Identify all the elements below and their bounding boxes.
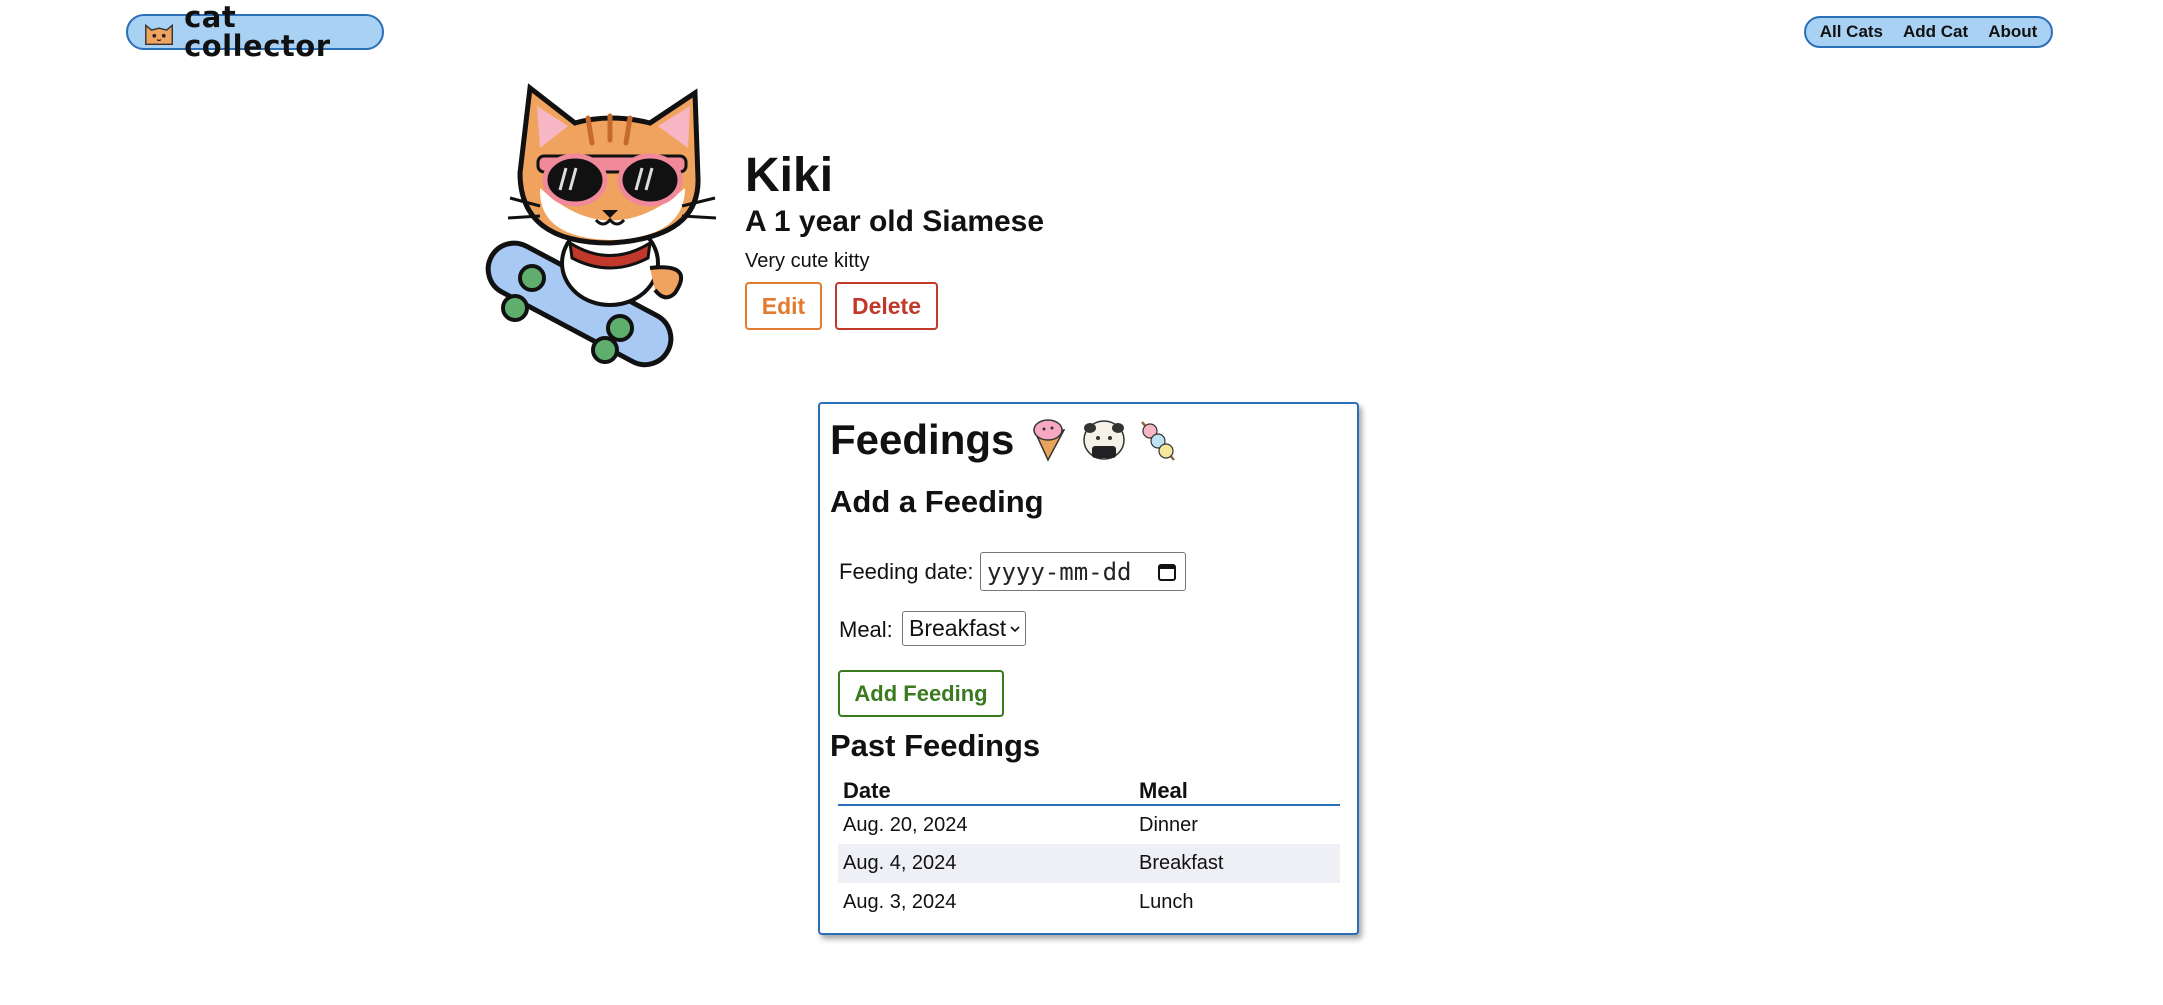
edit-button[interactable]: Edit <box>745 282 822 330</box>
date-placeholder: yyyy-mm-dd <box>987 557 1132 586</box>
past-feedings-heading: Past Feedings <box>830 728 1041 763</box>
feeding-date-cell: Aug. 4, 2024 <box>838 844 1134 883</box>
feeding-meal-cell: Dinner <box>1139 813 1198 836</box>
logo[interactable]: cat collector <box>126 3 384 61</box>
table-row: Aug. 20, 2024 Dinner <box>838 805 1340 844</box>
feeding-date-input[interactable]: yyyy-mm-dd <box>980 552 1186 591</box>
feedings-card: Feedings Add a Feeding Feeding date: yyy… <box>818 402 1359 935</box>
onigiri-icon <box>1083 420 1126 460</box>
food-icons <box>1026 416 1182 464</box>
cat-logo-icon <box>145 23 173 46</box>
feeding-meal-cell: Lunch <box>1139 891 1194 913</box>
column-header-date: Date <box>838 774 1134 806</box>
chevron-down-icon <box>1010 626 1020 633</box>
dango-icon <box>1141 421 1176 461</box>
main-nav: All Cats Add Cat About <box>1804 16 2053 48</box>
meal-selected-value: Breakfast <box>909 615 1007 641</box>
feedings-title: Feedings <box>830 416 1015 463</box>
nav-about[interactable]: About <box>1988 22 2037 42</box>
feeding-date-cell: Aug. 20, 2024 <box>843 813 968 836</box>
column-header-meal: Meal <box>1134 774 1340 806</box>
ice-cream-icon <box>1033 419 1066 462</box>
meal-select[interactable]: Breakfast <box>902 611 1026 646</box>
nav-all-cats[interactable]: All Cats <box>1820 22 1883 42</box>
table-row: Aug. 3, 2024 Lunch <box>838 883 1340 922</box>
calendar-icon[interactable] <box>1157 562 1177 582</box>
add-feeding-heading: Add a Feeding <box>830 484 1044 519</box>
logo-text: cat collector <box>184 0 331 63</box>
table-header-row: Date Meal <box>838 774 1340 806</box>
cat-description: Very cute kitty <box>745 250 870 272</box>
nav-add-cat[interactable]: Add Cat <box>1903 22 1968 42</box>
cat-name: Kiki <box>745 149 834 202</box>
cat-skateboard-image <box>485 83 717 368</box>
meal-label: Meal: <box>839 617 893 642</box>
feedings-heading: Feedings <box>830 416 1182 464</box>
delete-button[interactable]: Delete <box>835 282 938 330</box>
feeding-meal-cell: Breakfast <box>1134 844 1340 883</box>
table-row: Aug. 4, 2024 Breakfast <box>838 844 1340 883</box>
feeding-date-cell: Aug. 3, 2024 <box>843 891 957 913</box>
feedings-table: Date Meal Aug. 20, 2024 Dinner Aug. 4, 2… <box>838 774 1340 922</box>
cat-subtitle: A 1 year old Siamese <box>745 205 1045 238</box>
add-feeding-button[interactable]: Add Feeding <box>838 670 1004 717</box>
feeding-date-label: Feeding date: <box>839 559 974 584</box>
